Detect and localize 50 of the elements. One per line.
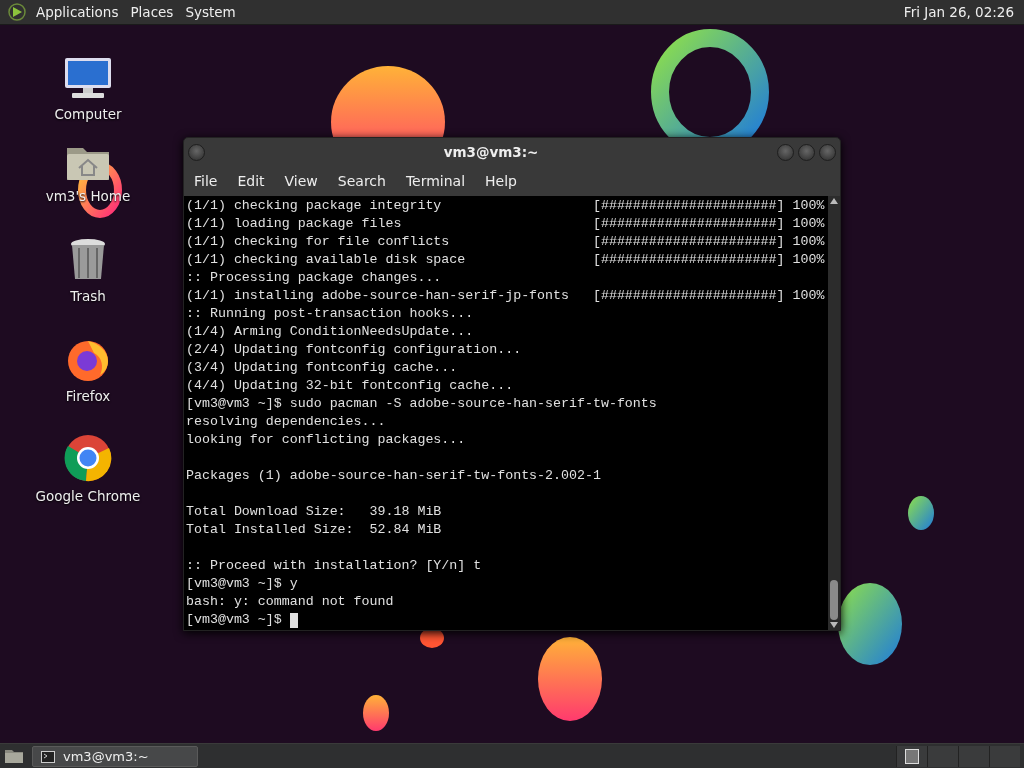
menu-item[interactable]: Edit [227,170,275,192]
terminal-line: (2/4) Updating fontconfig configuration... [186,341,523,359]
terminal-line: (3/4) Updating fontconfig cache... [186,359,459,377]
window-menu-button[interactable] [188,143,205,161]
panel-menu[interactable]: System [179,0,242,24]
minimize-button[interactable] [777,143,794,161]
icon-label[interactable]: Computer [54,104,122,125]
terminal-icon [41,750,55,763]
maximize-button[interactable] [798,143,815,161]
terminal-line: bash: y: command not found [186,593,395,611]
workspace-button[interactable] [896,746,927,767]
terminal-line: (1/1) loading package files [######################] 100% [186,215,826,233]
terminal-line: looking for conflicting packages... [186,431,467,449]
terminal-line: :: Proceed with installation? [Y/n] t [186,557,483,575]
terminal-line: (1/1) checking package integrity [######################] 100% [186,197,826,215]
icon-label[interactable]: Google Chrome [35,486,141,507]
terminal-line: resolving dependencies... [186,413,387,431]
menu-item[interactable]: File [184,170,228,192]
terminal-line: :: Running post-transaction hooks... [186,305,475,323]
menu-item[interactable]: Search [327,170,396,192]
scroll-down-arrow-icon[interactable] [828,620,840,630]
window-title: vm3@vm3:~ [443,142,539,162]
terminal-line: :: Processing package changes... [186,269,443,287]
menu-item[interactable]: Help [475,170,527,192]
terminal-line: (1/1) checking for file conflicts [######################] 100% [186,233,826,251]
scrollbar[interactable] [828,196,840,630]
menu-item[interactable]: Terminal [395,170,476,192]
panel-menu[interactable]: Places [124,0,180,24]
scroll-up-arrow-icon[interactable] [828,196,840,206]
taskbar-button[interactable]: vm3@vm3:~ [32,746,198,767]
show-desktop-icon[interactable] [4,748,24,764]
terminal-line: Total Installed Size: 52.84 MiB [186,521,443,539]
terminal-line: Packages (1) adobe-source-han-serif-tw-fonts-2.002-1 [186,467,602,485]
terminal-line: (1/4) Arming ConditionNeedsUpdate... [186,323,475,341]
icon-label[interactable]: Firefox [65,386,111,407]
terminal-prompt: [vm3@vm3 ~]$ [186,611,282,629]
terminal-line: [vm3@vm3 ~]$ sudo pacman -S adobe-source-han-serif-tw-fonts [186,395,658,413]
terminal-line: (1/1) installing adobe-source-han-serif-jp-fonts [######################] 100% [186,287,826,305]
panel-menu[interactable]: Applications [30,0,125,24]
icon-label[interactable]: Trash [70,286,106,307]
text-cursor [289,612,298,628]
terminal-line: (1/1) checking available disk space [######################] 100% [186,251,826,269]
terminal-line: Total Download Size: 39.18 MiB [186,503,443,521]
terminal-line: (4/4) Updating 32-bit fontconfig cache... [186,377,515,395]
scrollbar-thumb[interactable] [830,580,838,620]
terminal-line: [vm3@vm3 ~]$ y [186,575,299,593]
clock[interactable]: Fri Jan 26, 02:26 [897,0,1020,24]
menu-item[interactable]: View [274,170,328,192]
close-button[interactable] [819,143,836,161]
start-icon[interactable] [8,3,26,21]
